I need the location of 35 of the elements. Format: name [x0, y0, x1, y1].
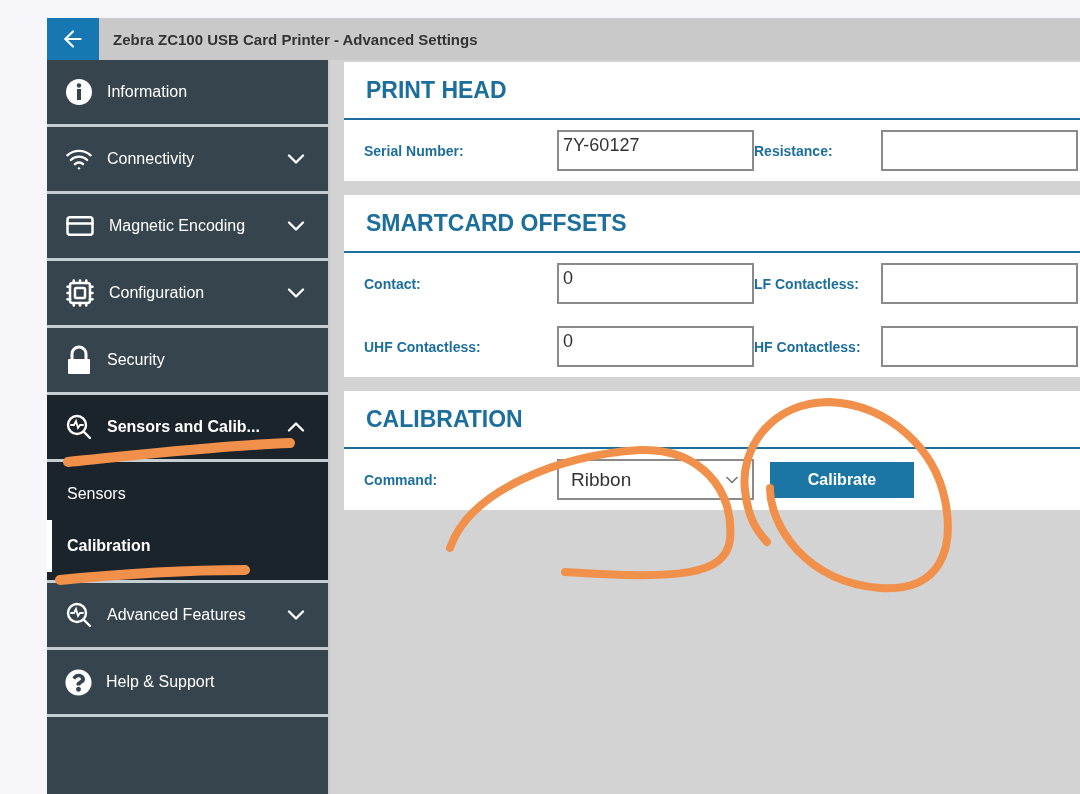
sidebar-item-label: Configuration [109, 284, 206, 302]
back-button[interactable] [47, 18, 99, 60]
search-pulse-icon [65, 413, 93, 441]
section-heading: SMARTCARD OFFSETS [366, 209, 627, 237]
text-field[interactable] [881, 263, 1078, 304]
sidebar-subitem[interactable]: Sensors [47, 468, 328, 520]
text-field[interactable]: 0 [557, 326, 754, 367]
field-label: Contact: [364, 275, 422, 292]
field-label: HF Contactless: [754, 338, 862, 355]
info-icon [65, 78, 93, 106]
command-dropdown[interactable]: Ribbon [557, 459, 754, 500]
help-icon [65, 668, 92, 696]
sidebar-item-label: Security [107, 351, 166, 369]
text-field[interactable] [881, 130, 1078, 171]
field-label: UHF Contactless: [364, 338, 482, 355]
lock-icon [65, 345, 93, 375]
field-label: Serial Number: [364, 142, 465, 159]
field-label: Command: [364, 471, 439, 488]
sidebar-item-label: Help & Support [106, 673, 216, 691]
text-field[interactable]: 0 [557, 263, 754, 304]
calibrate-button[interactable]: Calibrate [770, 461, 914, 498]
chip-icon [65, 278, 95, 308]
sidebar-item-label: Advanced Features [107, 606, 247, 624]
sidebar-item-label: Sensors and Calib... [107, 418, 261, 436]
window-title: Zebra ZC100 USB Card Printer - Advanced Settings [113, 30, 478, 48]
field-label: Resistance: [754, 142, 834, 159]
search-pulse-icon [65, 601, 93, 629]
section-heading: PRINT HEAD [366, 76, 507, 104]
sidebar-item-label: Magnetic Encoding [109, 217, 247, 235]
sidebar-item-label: Information [107, 83, 189, 101]
sidebar-item-label: Connectivity [107, 150, 196, 168]
field-label: LF Contactless: [754, 275, 860, 292]
section-heading: CALIBRATION [366, 405, 523, 433]
text-field[interactable]: 7Y-60127 [557, 130, 754, 171]
text-field[interactable] [881, 326, 1078, 367]
